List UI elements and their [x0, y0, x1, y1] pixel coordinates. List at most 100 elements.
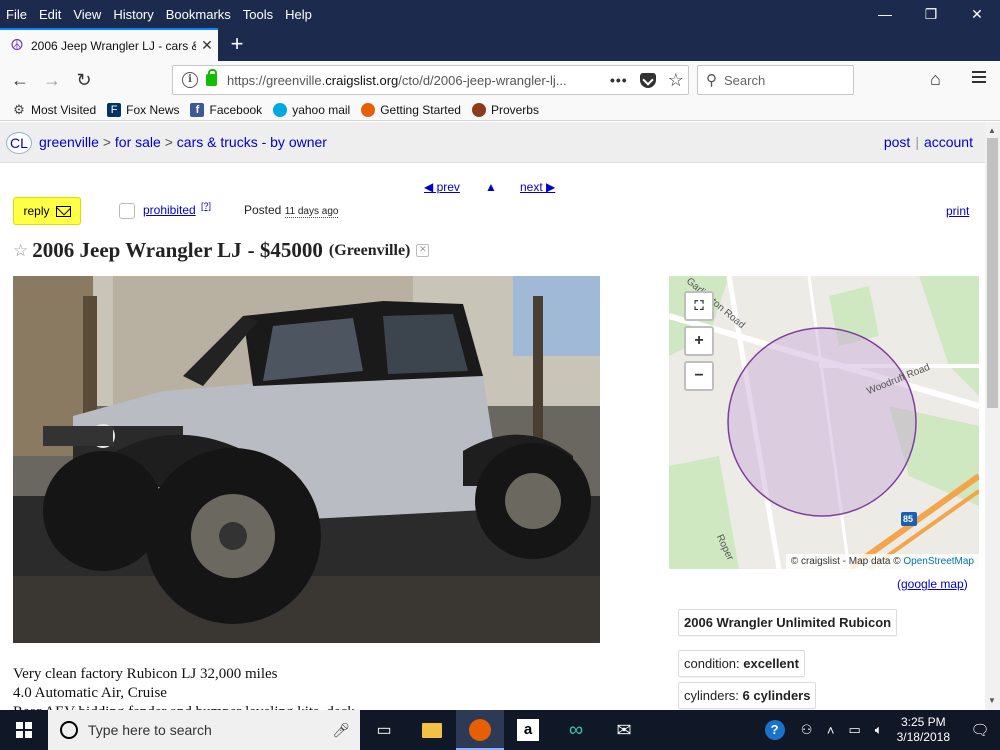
infinity-app-icon[interactable]: ∞: [552, 710, 600, 750]
windows-taskbar: Type here to search 🎤︎ ▭ a ∞ ✉ ? ⚇ ˄ ▭ 🔈…: [0, 710, 1000, 750]
zoom-in-button[interactable]: +: [684, 326, 714, 356]
post-link[interactable]: post: [884, 134, 910, 150]
window-controls: — ❐ ✕: [862, 0, 1000, 28]
map-tiles: [669, 276, 979, 569]
menu-help[interactable]: Help: [279, 7, 318, 22]
fullscreen-icon[interactable]: ⛶: [684, 291, 714, 321]
print-link[interactable]: print: [946, 204, 969, 218]
menu-bookmarks[interactable]: Bookmarks: [160, 7, 237, 22]
nav-bar: ← → ↻ i https://greenville.craigslist.or…: [0, 61, 1000, 99]
google-map-link[interactable]: google map: [901, 577, 964, 591]
bookmark-yahoo-mail[interactable]: yahoo mail: [273, 102, 350, 117]
prohibited-flag-checkbox[interactable]: [119, 203, 135, 219]
prohibited-help-link[interactable]: [?]: [201, 201, 211, 211]
listing-photo[interactable]: [13, 276, 600, 643]
hamburger-menu-icon[interactable]: [972, 71, 986, 86]
search-input[interactable]: ⚲ Search: [697, 65, 854, 95]
attr-model: 2006 Wrangler Unlimited Rubicon: [678, 609, 898, 636]
cortana-icon: [60, 721, 78, 739]
reply-button[interactable]: reply: [13, 197, 81, 225]
microphone-icon[interactable]: 🎤︎: [332, 722, 350, 739]
bookmark-fox-news[interactable]: F Fox News: [107, 102, 179, 117]
taskbar-search-input[interactable]: Type here to search 🎤︎: [48, 710, 360, 750]
bookmark-most-visited[interactable]: ⚙ Most Visited: [12, 101, 96, 117]
interstate-label: 85: [903, 514, 914, 524]
restore-button[interactable]: ❐: [908, 0, 954, 28]
clock-time: 3:25 PM: [900, 715, 946, 729]
network-icon[interactable]: ▭: [843, 722, 867, 738]
info-icon[interactable]: i: [182, 72, 198, 88]
amazon-icon[interactable]: a: [504, 710, 552, 750]
menu-history[interactable]: History: [107, 7, 159, 22]
posted-date: Posted 11 days ago: [244, 203, 339, 218]
peace-icon: ☮: [10, 36, 24, 54]
scroll-up-arrow[interactable]: ▲: [988, 126, 996, 135]
map-attribution: © craigslist - Map data © OpenStreetMap: [785, 554, 979, 569]
home-icon[interactable]: ⌂: [930, 69, 941, 90]
bookmark-proverbs[interactable]: Proverbs: [471, 102, 539, 117]
att-icon: [273, 102, 288, 117]
breadcrumb: greenville > for sale > cars & trucks - …: [39, 134, 327, 150]
user-links: post | account: [883, 134, 973, 150]
mail-app-icon[interactable]: ✉: [600, 710, 648, 750]
osm-link[interactable]: OpenStreetMap: [903, 556, 974, 567]
location-map[interactable]: Woodruff Road Garlington Road Roper 85 ⛶…: [669, 276, 979, 569]
help-icon[interactable]: ?: [764, 720, 785, 740]
facebook-icon: f: [190, 102, 205, 117]
breadcrumb-cars-trucks[interactable]: cars & trucks - by owner: [177, 134, 327, 150]
pocket-icon[interactable]: [639, 72, 656, 88]
tab-close-icon[interactable]: ✕: [196, 37, 218, 54]
notifications-icon[interactable]: 🗨︎: [960, 721, 1000, 739]
close-window-button[interactable]: ✕: [954, 0, 1000, 28]
prev-link[interactable]: ◀ prev: [424, 180, 460, 194]
page-scrollbar[interactable]: ▲ ▼: [985, 122, 1000, 710]
menu-edit[interactable]: Edit: [33, 7, 67, 22]
url-bar[interactable]: i https://greenville.craigslist.org/cto/…: [172, 65, 689, 95]
clock[interactable]: 3:25 PM 3/18/2018: [897, 715, 950, 745]
back-button[interactable]: ←: [6, 67, 34, 93]
new-tab-button[interactable]: +: [225, 30, 249, 58]
attr-cylinders: cylinders: 6 cylinders: [678, 682, 817, 709]
tab-active[interactable]: ☮ 2006 Jeep Wrangler LJ - cars & t ✕: [0, 28, 218, 61]
gear-icon: ⚙: [13, 101, 25, 117]
zoom-out-button[interactable]: −: [684, 361, 714, 391]
listing-title-row: ☆ 2006 Jeep Wrangler LJ - $45000 (Greenv…: [13, 238, 430, 263]
hide-posting-icon[interactable]: ✕: [416, 244, 430, 257]
file-explorer-icon[interactable]: [408, 710, 456, 750]
people-icon[interactable]: ⚇: [795, 722, 819, 738]
breadcrumb-greenville[interactable]: greenville: [39, 134, 99, 150]
favorite-star-icon[interactable]: ☆: [13, 241, 28, 261]
volume-icon[interactable]: 🔈︎: [867, 722, 891, 738]
prohibited-link[interactable]: prohibited: [143, 203, 196, 217]
tab-title: 2006 Jeep Wrangler LJ - cars & t: [31, 38, 196, 53]
body-line: Very clean factory Rubicon LJ 32,000 mil…: [13, 666, 278, 682]
bookmark-star-icon[interactable]: ☆: [668, 70, 684, 91]
page-actions-icon[interactable]: •••: [610, 72, 628, 88]
up-link[interactable]: ▲: [485, 180, 497, 194]
menu-file[interactable]: File: [0, 7, 33, 22]
bookmarks-bar: ⚙ Most Visited F Fox News f Facebook yah…: [0, 99, 1000, 121]
tab-strip: ☮ 2006 Jeep Wrangler LJ - cars & t ✕ +: [0, 28, 1000, 61]
craigslist-header: CL greenville > for sale > cars & trucks…: [0, 122, 985, 163]
bookmark-facebook[interactable]: f Facebook: [190, 102, 262, 117]
lock-icon[interactable]: [206, 69, 217, 86]
minimize-button[interactable]: —: [862, 0, 908, 28]
next-link[interactable]: next ▶: [520, 180, 555, 194]
breadcrumb-for-sale[interactable]: for sale: [115, 134, 161, 150]
windows-start-icon[interactable]: [0, 710, 48, 750]
menu-tools[interactable]: Tools: [237, 7, 279, 22]
scroll-down-arrow[interactable]: ▼: [988, 696, 996, 705]
tray-expand-icon[interactable]: ˄: [819, 723, 843, 738]
task-view-icon[interactable]: ▭: [360, 710, 408, 750]
craigslist-logo[interactable]: CL: [6, 132, 32, 154]
foxnews-icon: F: [107, 102, 122, 117]
account-link[interactable]: account: [924, 134, 973, 150]
forward-button[interactable]: →: [38, 67, 66, 93]
url-text[interactable]: https://greenville.craigslist.org/cto/d/…: [227, 73, 602, 88]
firefox-taskbar-icon[interactable]: [456, 710, 504, 750]
menu-view[interactable]: View: [67, 7, 107, 22]
reload-button[interactable]: ↻: [70, 67, 98, 93]
bookmark-getting-started[interactable]: Getting Started: [361, 102, 461, 117]
book-icon: [471, 102, 486, 117]
scroll-thumb[interactable]: [987, 138, 998, 408]
